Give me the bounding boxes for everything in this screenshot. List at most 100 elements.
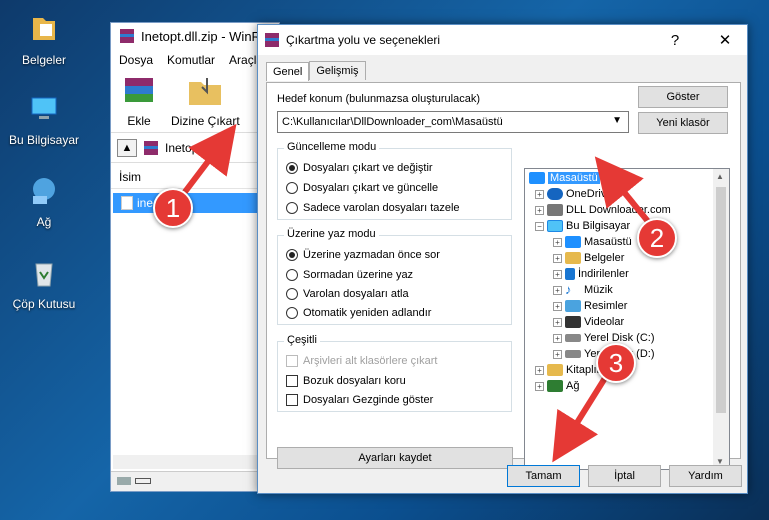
desktop-icon-documents[interactable]: Belgeler <box>2 12 86 67</box>
up-folder-button[interactable]: ▲ <box>117 138 137 157</box>
desktop-icon-label: Ağ <box>36 215 52 229</box>
radio-button[interactable] <box>286 269 298 281</box>
expand-icon[interactable]: + <box>553 237 562 247</box>
file-row[interactable]: ine <box>113 193 277 213</box>
downloads-icon <box>565 268 575 280</box>
tree-node-user[interactable]: + DLL Downloader.com <box>535 204 671 216</box>
checkbox-show-in-explorer[interactable]: Dosyaları Gezginde göster <box>286 394 433 406</box>
expand-icon[interactable]: + <box>535 365 544 375</box>
expand-icon[interactable]: + <box>553 349 562 359</box>
checkbox[interactable] <box>286 355 298 367</box>
winrar-icon <box>120 29 134 43</box>
recycle-bin-icon <box>35 263 53 287</box>
checkbox-keep-broken-files[interactable]: Bozuk dosyaları koru <box>286 375 406 387</box>
update-mode-group: Güncelleme modu Dosyaları çıkart ve deği… <box>277 141 512 220</box>
new-folder-button[interactable]: Yeni klasör <box>638 112 728 134</box>
radio-freshen-existing[interactable]: Sadece varolan dosyaları tazele <box>286 202 460 214</box>
extract-to-button[interactable]: Dizine Çıkart <box>171 72 240 132</box>
computer-icon <box>547 220 563 232</box>
radio-button[interactable] <box>286 249 298 261</box>
desktop-icon-recycle-bin[interactable]: Çöp Kutusu <box>2 256 86 311</box>
misc-group: Çeşitli Arşivleri alt klasörlere çıkart … <box>277 334 512 412</box>
expand-icon[interactable]: + <box>553 285 562 295</box>
add-button[interactable]: Ekle <box>119 72 159 132</box>
show-button[interactable]: Göster <box>638 86 728 108</box>
tree-node-music[interactable]: + ♪ Müzik <box>553 283 613 296</box>
radio-button[interactable] <box>286 288 298 300</box>
option-label: Otomatik yeniden adlandır <box>303 307 432 319</box>
radio-skip-existing[interactable]: Varolan dosyaları atla <box>286 288 409 300</box>
help-titlebar-button[interactable]: ? <box>653 25 697 55</box>
menu-file[interactable]: Dosya <box>119 53 153 67</box>
winrar-title: Inetopt.dll.zip - WinR <box>141 28 261 44</box>
radio-auto-rename[interactable]: Otomatik yeniden adlandır <box>286 307 431 319</box>
desktop-icon-network[interactable]: Ağ <box>2 174 86 229</box>
tree-node-desktop[interactable]: Masaüstü <box>529 172 600 184</box>
option-label: Sormadan üzerine yaz <box>303 269 414 281</box>
expand-icon[interactable]: + <box>535 381 544 391</box>
tree-node-pc-desktop[interactable]: + Masaüstü <box>553 236 632 248</box>
expand-icon[interactable]: + <box>535 205 544 215</box>
tree-node-documents[interactable]: + Belgeler <box>553 252 624 264</box>
extract-folder-icon <box>189 78 222 105</box>
tab-advanced[interactable]: Gelişmiş <box>309 61 366 80</box>
onedrive-icon <box>547 188 563 200</box>
tree-node-pictures[interactable]: + Resimler <box>553 300 627 312</box>
radio-ask-before-overwrite[interactable]: Üzerine yazmadan önce sor <box>286 249 440 261</box>
tree-node-onedrive[interactable]: + OneDrive <box>535 188 612 200</box>
radio-button[interactable] <box>286 182 298 194</box>
desktop-icon-this-pc[interactable]: Bu Bilgisayar <box>2 92 86 147</box>
expand-icon[interactable]: + <box>553 317 562 327</box>
tab-general[interactable]: Genel <box>266 62 310 81</box>
scroll-up-icon[interactable]: ▲ <box>716 172 724 181</box>
expand-icon[interactable]: + <box>553 301 562 311</box>
annotation-badge-1: 1 <box>153 188 193 228</box>
winrar-titlebar[interactable]: Inetopt.dll.zip - WinR <box>111 23 279 49</box>
ok-button[interactable]: Tamam <box>507 465 580 487</box>
tree-node-videos[interactable]: + Videolar <box>553 316 624 328</box>
extract-dialog[interactable]: Çıkartma yolu ve seçenekleri ? ✕ Genel G… <box>257 24 748 494</box>
tree-node-this-pc[interactable]: − Bu Bilgisayar <box>535 220 630 232</box>
checkbox[interactable] <box>286 375 298 387</box>
tree-scrollbar[interactable]: ▲ ▼ <box>713 169 729 469</box>
radio-button[interactable] <box>286 202 298 214</box>
folder-documents-icon <box>33 18 55 40</box>
expand-icon[interactable]: + <box>553 333 562 343</box>
winrar-window[interactable]: Inetopt.dll.zip - WinR Dosya Komutlar Ar… <box>110 22 280 492</box>
chevron-down-icon[interactable]: ▼ <box>612 115 622 126</box>
expand-icon[interactable]: + <box>553 269 562 279</box>
radio-button[interactable] <box>286 162 298 174</box>
radio-extract-update[interactable]: Dosyaları çıkart ve güncelle <box>286 182 438 194</box>
destination-path-combo[interactable]: C:\Kullanıcılar\DllDownloader_com\Masaüs… <box>277 111 629 133</box>
drive-icon <box>117 477 131 485</box>
winrar-toolbar: Ekle Dizine Çıkart <box>111 71 279 133</box>
tree-node-downloads[interactable]: + İndirilenler <box>553 268 629 280</box>
desktop-icon <box>529 172 545 184</box>
dialog-titlebar[interactable]: Çıkartma yolu ve seçenekleri ? ✕ <box>258 25 747 55</box>
key-icon <box>135 478 151 484</box>
collapse-icon[interactable]: − <box>535 221 544 231</box>
checkbox[interactable] <box>286 394 298 406</box>
radio-extract-replace[interactable]: Dosyaları çıkart ve değiştir <box>286 162 433 174</box>
cancel-button[interactable]: İptal <box>588 465 661 487</box>
radio-overwrite-without-prompt[interactable]: Sormadan üzerine yaz <box>286 269 413 281</box>
menu-commands[interactable]: Komutlar <box>167 53 215 67</box>
horizontal-scrollbar[interactable] <box>113 455 277 469</box>
close-button[interactable]: ✕ <box>703 25 747 55</box>
expand-icon[interactable]: + <box>535 189 544 199</box>
tree-node-label: Müzik <box>584 284 613 296</box>
column-header-name[interactable]: İsim <box>111 165 279 189</box>
tree-node-label: Bu Bilgisayar <box>566 220 631 232</box>
help-button[interactable]: Yardım <box>669 465 742 487</box>
drive-icon <box>565 334 581 342</box>
save-settings-button[interactable]: Ayarları kaydet <box>277 447 513 469</box>
checkbox-extract-to-subfolders[interactable]: Arşivleri alt klasörlere çıkart <box>286 355 437 367</box>
desktop-icon-label: Çöp Kutusu <box>12 297 76 311</box>
expand-icon[interactable]: + <box>553 253 562 263</box>
file-name: ine <box>137 196 154 210</box>
tree-node-network[interactable]: + Ağ <box>535 380 579 392</box>
folder-tree[interactable]: Masaüstü + OneDrive + DLL Downloader.com… <box>524 168 730 470</box>
scrollbar-thumb[interactable] <box>716 187 726 413</box>
tree-node-drive-c[interactable]: + Yerel Disk (C:) <box>553 332 655 344</box>
radio-button[interactable] <box>286 307 298 319</box>
